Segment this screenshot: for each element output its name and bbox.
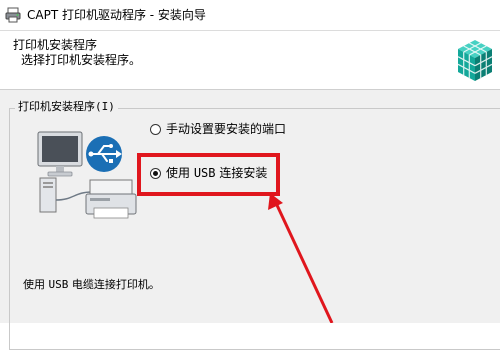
description-mono: USB: [48, 278, 69, 291]
option-description: 使用 USB 电缆连接打印机。: [23, 278, 160, 292]
radio-label-manual-port: 手动设置要安装的端口: [166, 122, 287, 136]
header-subtitle: 选择打印机安装程序。: [21, 53, 142, 67]
groupbox-label: 打印机安装程序(I): [15, 100, 118, 114]
printer-app-icon: [5, 7, 21, 23]
wizard-content: 打印机安装程序(I) 手动设置要安装的端口 使用 USB 连接安装 使用 USB…: [0, 90, 500, 350]
header-title: 打印机安装程序: [13, 38, 98, 52]
highlight-box: [137, 153, 280, 196]
description-suffix: 电缆连接打印机。: [68, 278, 160, 291]
wizard-header: 打印机安装程序 选择打印机安装程序。: [0, 31, 500, 90]
radio-button-manual-port[interactable]: [150, 123, 161, 135]
computer-usb-printer-illustration: [37, 131, 137, 219]
description-prefix: 使用: [23, 278, 49, 291]
canon-cube-logo: [457, 40, 493, 81]
title-bar: CAPT 打印机驱动程序 - 安装向导: [0, 0, 500, 31]
radio-option-manual-port[interactable]: 手动设置要安装的端口: [150, 121, 286, 137]
window-title: CAPT 打印机驱动程序 - 安装向导: [27, 8, 206, 22]
